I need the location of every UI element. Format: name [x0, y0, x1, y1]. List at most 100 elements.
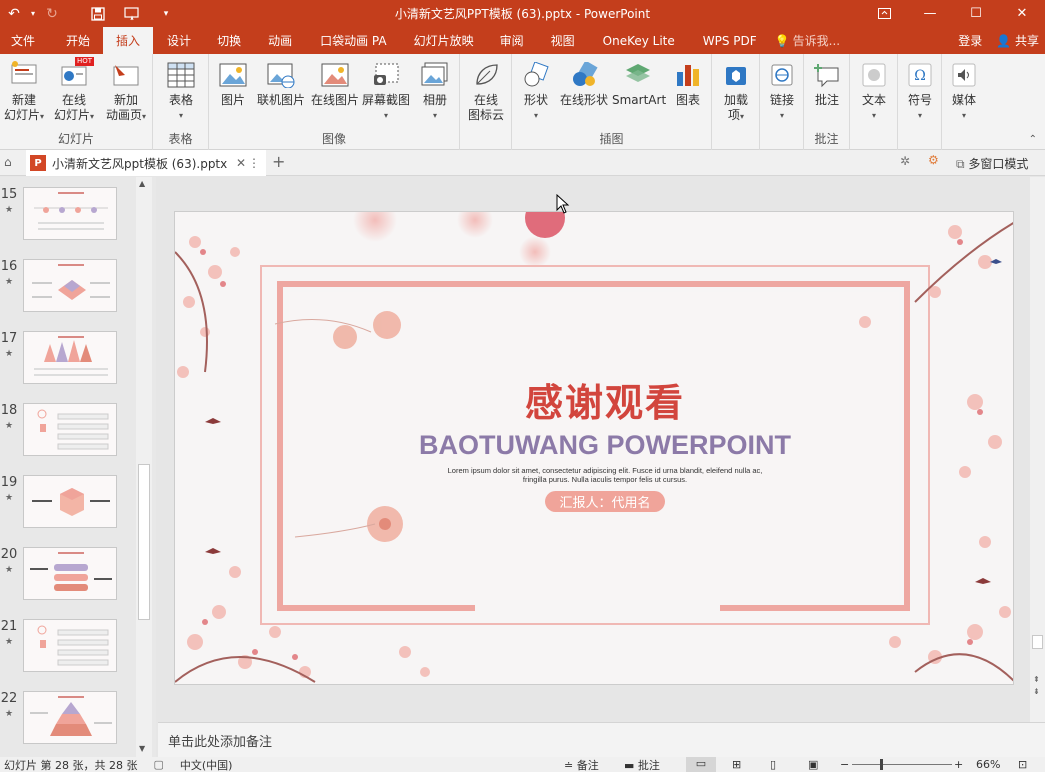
notes-toggle[interactable]: ≐ 备注 [564, 757, 599, 772]
table-button[interactable]: 表格 ▾ [161, 60, 201, 123]
slide-scrollbar[interactable]: ⇞ ⇟ [1030, 177, 1045, 722]
slide-thumbnail[interactable] [23, 259, 117, 312]
ribbon-display-icon[interactable] [861, 0, 907, 27]
slideshow-view-icon[interactable]: ▣ [808, 758, 818, 771]
tab-menu-icon[interactable]: ⋮ [248, 156, 260, 170]
collapse-ribbon-icon[interactable]: ⌃ [1029, 134, 1037, 145]
close-icon[interactable]: ✕ [999, 0, 1045, 27]
slide-thumbnail[interactable] [23, 475, 117, 528]
spellcheck-icon[interactable]: ▢ [153, 758, 163, 771]
tab-review[interactable]: 审阅 [487, 27, 537, 54]
thumbnail-item[interactable]: 21 ★ [0, 619, 136, 679]
online-slide-button[interactable]: HOT 在线 幻灯片▾ [50, 57, 98, 124]
tab-transitions[interactable]: 切换 [204, 27, 254, 54]
customize-qa-icon[interactable]: ▾ [152, 9, 180, 19]
slide-thumbnail[interactable] [23, 403, 117, 456]
text-button[interactable]: 文本 ▾ [856, 60, 892, 123]
online-picture-button[interactable]: 在线图片 [309, 60, 361, 108]
zoom-level[interactable]: 66% [976, 758, 1000, 771]
tab-file[interactable]: 文件 [0, 27, 46, 54]
notes-pane[interactable]: 单击此处添加备注 [158, 722, 1045, 757]
tab-onekey-lite[interactable]: OneKey Lite [589, 27, 689, 54]
thumbnail-scrollbar[interactable]: ▲ ▼ [136, 177, 152, 757]
redo-icon[interactable]: ↻ [38, 6, 66, 22]
online-shapes-button[interactable]: 在线形状 [558, 60, 610, 108]
thumbnail-item[interactable]: 15 ★ [0, 187, 136, 247]
multiwindow-button[interactable]: ⧉ 多窗口模式 [956, 155, 1028, 172]
present-icon[interactable] [118, 6, 146, 21]
minimize-icon[interactable]: — [907, 0, 953, 27]
undo-dropdown-icon[interactable]: ▾ [28, 9, 38, 18]
home-doc-icon[interactable]: ⌂ [4, 155, 12, 169]
tab-wps-pdf[interactable]: WPS PDF [689, 27, 771, 54]
prev-slide-icon[interactable]: ⇞ [1033, 675, 1040, 684]
slide-title[interactable]: 感谢观看 [175, 372, 1013, 427]
document-tab[interactable]: P 小清新文艺风ppt模板 (63).pptx ✕ ⋮ [26, 150, 266, 176]
picture-button[interactable]: 图片 [217, 60, 249, 108]
slide-scroll-thumb[interactable] [1032, 635, 1043, 649]
tab-pocket-animation[interactable]: 口袋动画 PA [306, 27, 401, 54]
tab-home[interactable]: 开始 [46, 27, 103, 54]
new-animation-page-button[interactable]: 新加 动画页▾ [102, 60, 150, 124]
new-slide-button[interactable]: 新建 幻灯片▾ [2, 60, 46, 124]
shapes-button[interactable]: 形状 ▾ [518, 60, 554, 123]
zoom-slider-thumb[interactable] [880, 759, 883, 770]
zoom-slider[interactable] [852, 759, 952, 770]
reading-view-icon[interactable]: ▯ [770, 758, 776, 771]
tab-design[interactable]: 设计 [153, 27, 204, 54]
thumbnail-item[interactable]: 17 ★ [0, 331, 136, 391]
share-button[interactable]: 👤 共享 [996, 32, 1039, 49]
scroll-down-icon[interactable]: ▼ [139, 744, 145, 753]
slide-thumbnail[interactable] [23, 331, 117, 384]
reporter-pill[interactable]: 汇报人：代用名 [545, 491, 665, 512]
comment-button[interactable]: 批注 [810, 60, 844, 108]
maximize-icon[interactable]: ☐ [953, 0, 999, 27]
tab-insert[interactable]: 插入 [103, 27, 154, 54]
thumbnail-item[interactable]: 22 ★ [0, 691, 136, 751]
addins-button[interactable]: 加载 项▾ [718, 60, 754, 124]
screenshot-button[interactable]: 屏幕截图 ▾ [361, 60, 411, 123]
thumbnail-item[interactable]: 16 ★ [0, 259, 136, 319]
slide-thumbnail[interactable] [23, 691, 117, 744]
thumbnail-item[interactable]: 18 ★ [0, 403, 136, 463]
comments-toggle[interactable]: ▬ 批注 [624, 757, 660, 772]
tell-me-box[interactable]: 💡 告诉我... [771, 27, 844, 54]
album-button[interactable]: 相册 ▾ [417, 60, 453, 123]
tab-slideshow[interactable]: 幻灯片放映 [401, 27, 487, 54]
slide-body-line-1[interactable]: Lorem ipsum dolor sit amet, consectetur … [175, 466, 1013, 475]
link-button[interactable]: 链接 ▾ [764, 60, 800, 123]
next-slide-icon[interactable]: ⇟ [1033, 687, 1040, 696]
close-tab-icon[interactable]: ✕ [236, 156, 246, 170]
smartart-button[interactable]: SmartArt [612, 60, 666, 108]
save-icon[interactable] [84, 6, 112, 21]
language-indicator[interactable]: 中文(中国) [180, 757, 233, 772]
slide-thumbnail[interactable] [23, 619, 117, 672]
slide-thumbnail[interactable] [23, 187, 117, 240]
tab-view[interactable]: 视图 [537, 27, 589, 54]
online-pictures-button[interactable]: 联机图片 [255, 60, 307, 108]
pin-icon[interactable]: ✲ [900, 154, 910, 168]
scroll-thumb[interactable] [138, 464, 150, 620]
thumbnail-item[interactable]: 20 ★ [0, 547, 136, 607]
undo-icon[interactable]: ↶ [0, 6, 28, 22]
settings-gear-icon[interactable]: ⚙ [928, 153, 939, 167]
tab-animations[interactable]: 动画 [254, 27, 306, 54]
zoom-out-icon[interactable]: − [840, 758, 849, 771]
slide-body-line-2[interactable]: fringilla purus. Nulla iaculis tempor fe… [175, 475, 1013, 484]
thumbnail-item[interactable]: 19 ★ [0, 475, 136, 535]
slide-sorter-icon[interactable]: ⊞ [732, 758, 741, 771]
scroll-up-icon[interactable]: ▲ [139, 179, 145, 188]
media-button[interactable]: 媒体 ▾ [946, 60, 982, 123]
online-icon-cloud-button[interactable]: 在线 图标云 [464, 60, 508, 123]
notes-placeholder[interactable]: 单击此处添加备注 [168, 731, 272, 750]
new-tab-icon[interactable]: + [272, 152, 285, 171]
slide-thumbnail[interactable] [23, 547, 117, 600]
normal-view-icon[interactable]: ▭ [686, 757, 716, 772]
chart-button[interactable]: 图表 [670, 60, 706, 108]
fit-slide-icon[interactable]: ⊡ [1018, 758, 1027, 771]
slide-subtitle[interactable]: BAOTUWANG POWERPOINT [175, 430, 1013, 461]
login-link[interactable]: 登录 [958, 32, 982, 49]
current-slide[interactable]: 感谢观看 BAOTUWANG POWERPOINT Lorem ipsum do… [174, 211, 1014, 685]
zoom-in-icon[interactable]: + [954, 758, 963, 771]
symbol-button[interactable]: Ω 符号 ▾ [902, 60, 938, 123]
